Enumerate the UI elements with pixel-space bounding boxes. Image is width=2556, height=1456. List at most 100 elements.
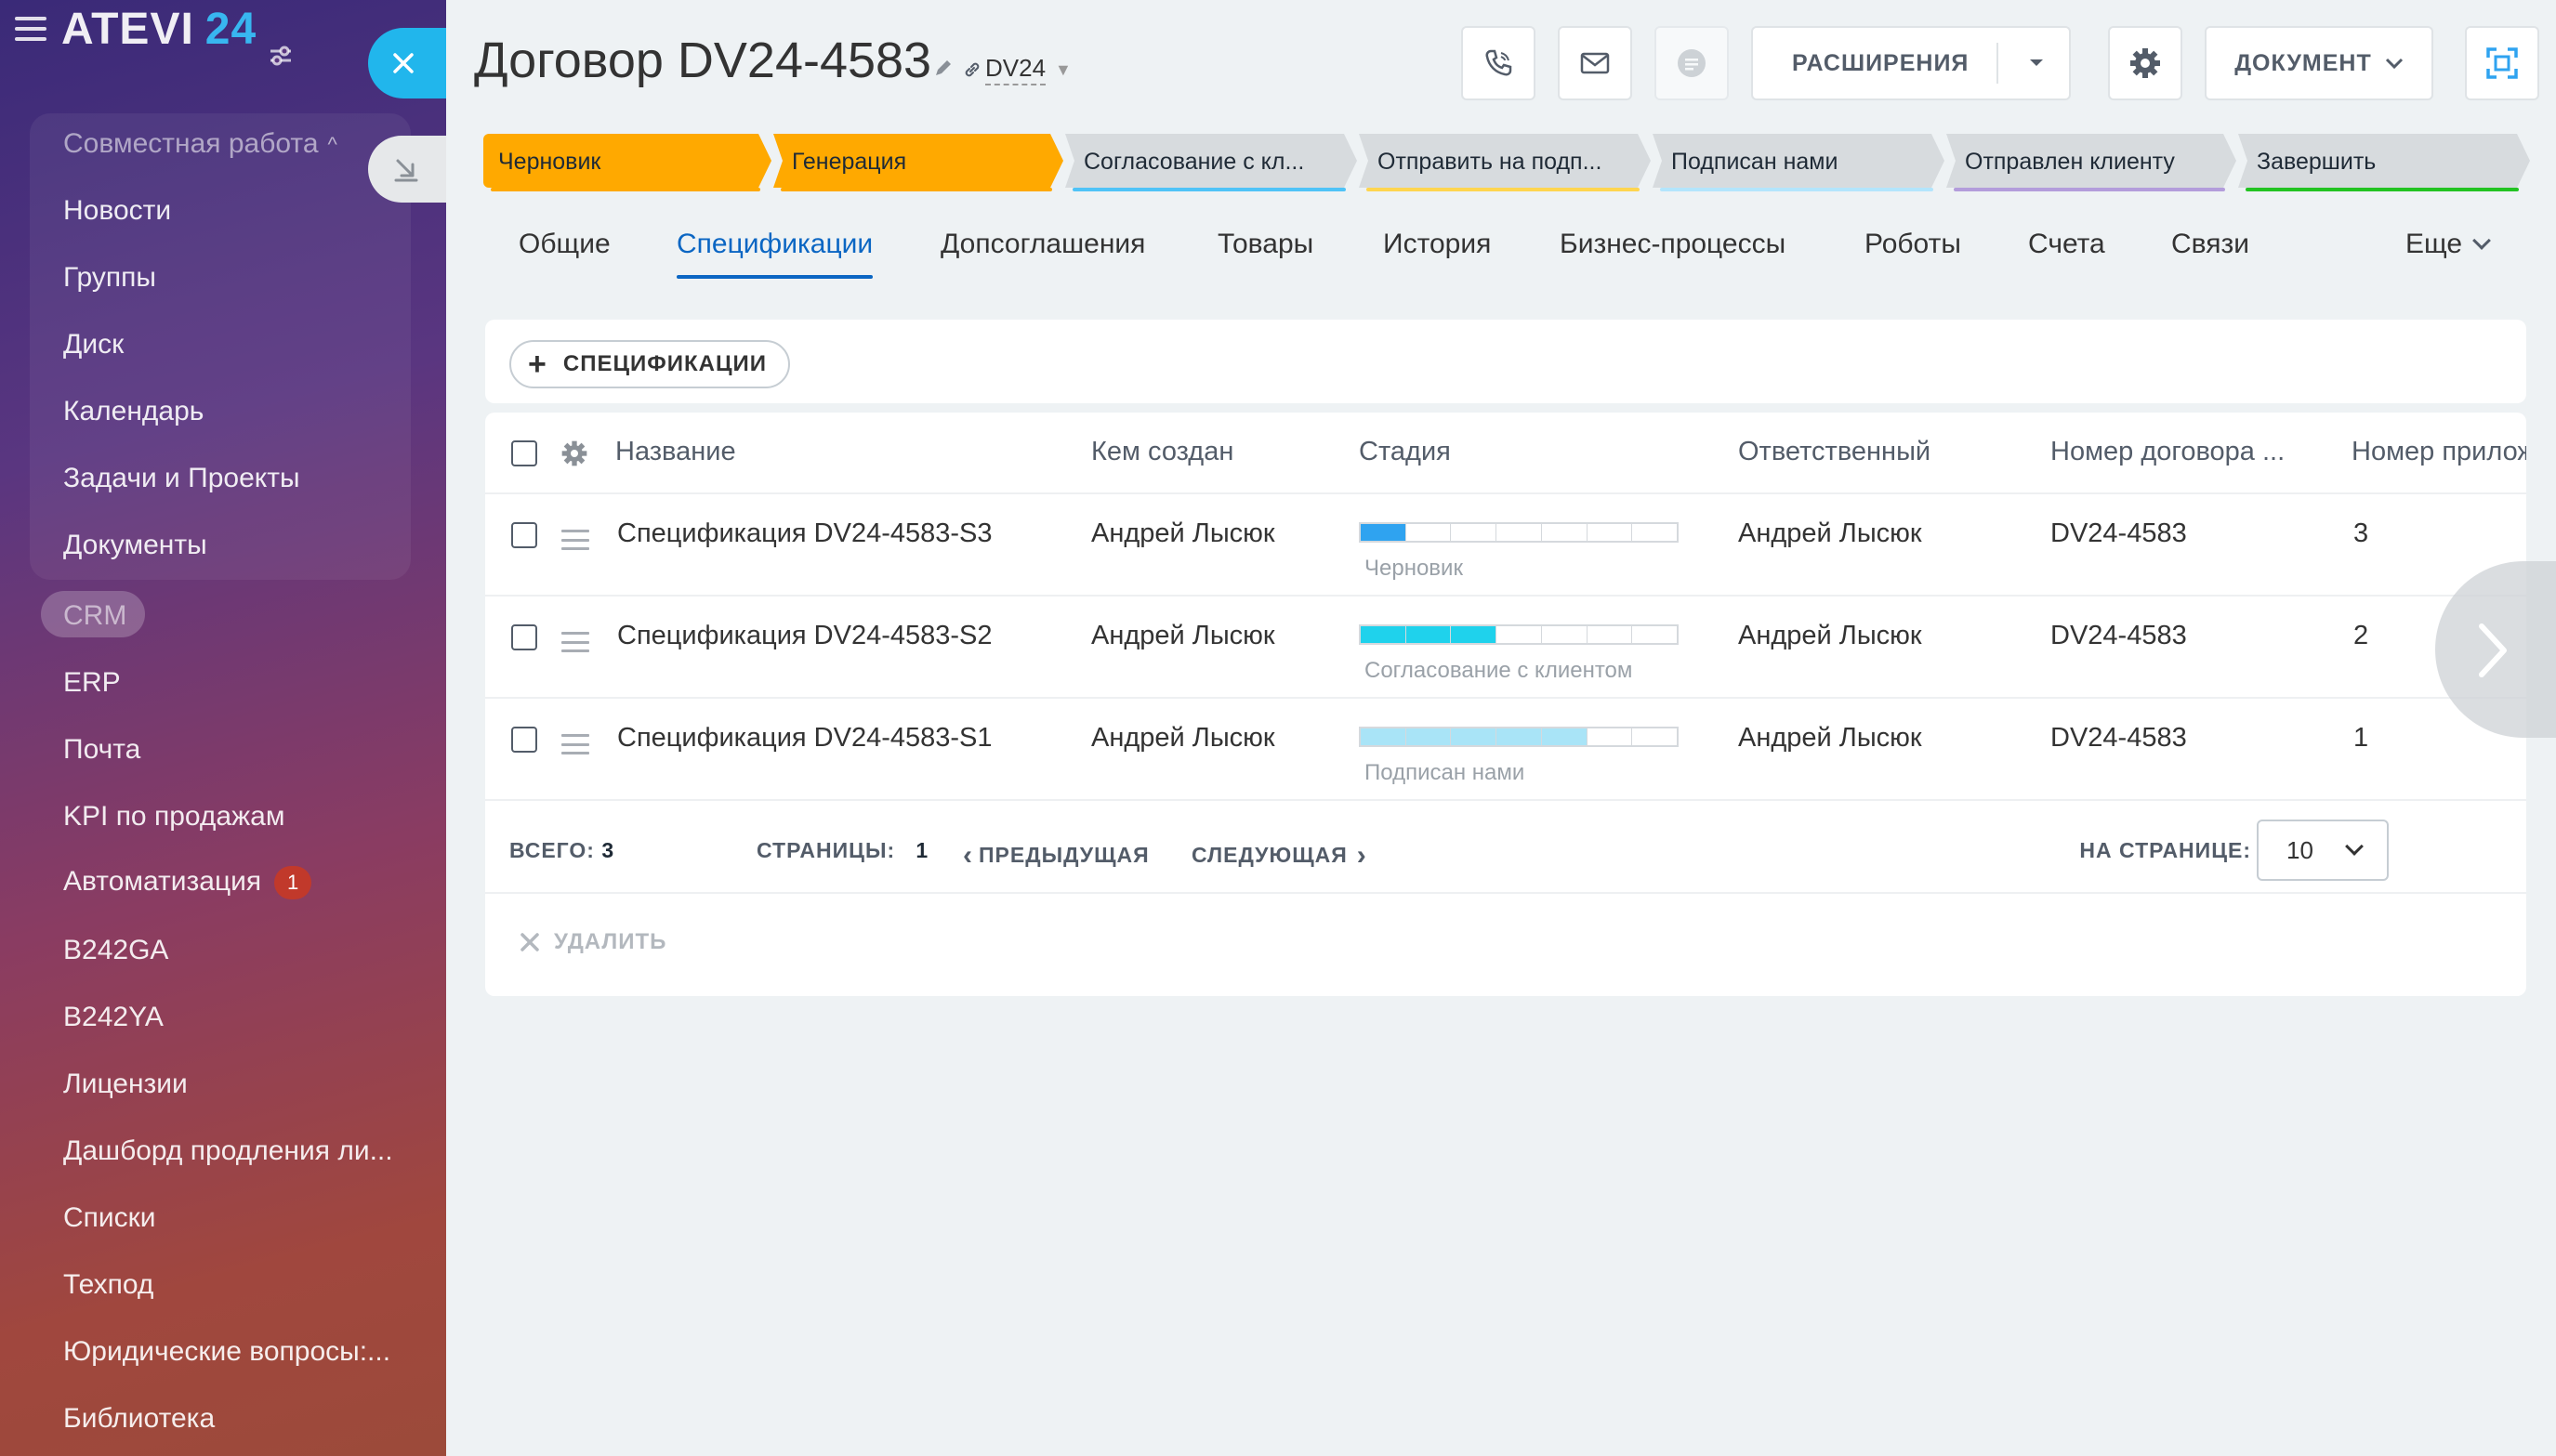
title-tag-link[interactable]: DV24 ▼ bbox=[963, 54, 1072, 85]
stage-progress[interactable] bbox=[1359, 522, 1679, 543]
stage-send-for-signature[interactable]: Отправить на подп... bbox=[1359, 134, 1651, 191]
divider bbox=[1996, 43, 1998, 84]
tab-history[interactable]: История bbox=[1383, 229, 1491, 260]
chevron-left-icon: ‹ bbox=[963, 840, 973, 871]
main-content: Договор DV24-4583 DV24 ▼ РАСШИРЕНИЯ ДОКУ… bbox=[446, 0, 2556, 1456]
select-all-checkbox[interactable] bbox=[511, 440, 537, 466]
specification-link[interactable]: Спецификация DV24-4583-S1 bbox=[617, 723, 993, 754]
specification-link[interactable]: Спецификация DV24-4583-S2 bbox=[617, 621, 993, 651]
prev-page-button[interactable]: ‹ ПРЕДЫДУЩАЯ bbox=[963, 838, 1150, 871]
drag-handle-icon[interactable] bbox=[561, 734, 589, 754]
email-button[interactable] bbox=[1558, 26, 1632, 100]
sidebar-item-legal[interactable]: Юридические вопросы:... bbox=[63, 1336, 390, 1368]
column-header-appendix-number[interactable]: Номер прилож bbox=[2352, 437, 2526, 467]
extensions-button[interactable]: РАСШИРЕНИЯ bbox=[1751, 26, 2071, 100]
settings-sliders-icon[interactable] bbox=[268, 43, 294, 69]
sidebar-item-collaboration[interactable]: Совместная работа ^ bbox=[63, 128, 337, 160]
stage-draft[interactable]: Черновик bbox=[483, 134, 771, 191]
tab-more[interactable]: Еще bbox=[2405, 229, 2491, 260]
progress-segment bbox=[1632, 626, 1677, 643]
sidebar-item-licenses[interactable]: Лицензии bbox=[63, 1069, 188, 1100]
chevron-right-icon bbox=[2479, 623, 2507, 677]
chevron-up-icon: ^ bbox=[327, 133, 337, 157]
gear-icon[interactable] bbox=[560, 439, 589, 468]
sidebar-item-dashboard[interactable]: Дашборд продления ли... bbox=[63, 1135, 393, 1167]
column-header-responsible[interactable]: Ответственный bbox=[1738, 437, 1930, 467]
sidebar-item-calendar[interactable]: Календарь bbox=[63, 396, 204, 427]
tab-relations[interactable]: Связи bbox=[2171, 229, 2249, 260]
stage-finish[interactable]: Завершить bbox=[2238, 134, 2530, 191]
sidebar-item-groups[interactable]: Группы bbox=[63, 262, 156, 294]
menu-burger-icon[interactable] bbox=[15, 17, 46, 41]
pencil-icon[interactable] bbox=[933, 58, 954, 78]
stage-progress[interactable] bbox=[1359, 727, 1679, 747]
sidebar-item-documents[interactable]: Документы bbox=[63, 530, 207, 561]
created-by-link[interactable]: Андрей Лысюк bbox=[1091, 723, 1275, 754]
table-row[interactable]: Спецификация DV24-4583-S2 Андрей Лысюк С… bbox=[485, 597, 2526, 699]
document-button[interactable]: ДОКУМЕНТ bbox=[2205, 26, 2433, 100]
tab-invoices[interactable]: Счета bbox=[2028, 229, 2105, 260]
tab-specifications[interactable]: Спецификации bbox=[677, 229, 874, 279]
row-checkbox[interactable] bbox=[511, 727, 537, 753]
stage-progress[interactable] bbox=[1359, 624, 1679, 645]
row-checkbox[interactable] bbox=[511, 522, 537, 548]
logo[interactable]: ATEVI 24 bbox=[61, 4, 257, 55]
progress-segment bbox=[1361, 524, 1406, 541]
stage-line bbox=[1954, 188, 2225, 191]
call-button[interactable] bbox=[1461, 26, 1535, 100]
sidebar-item-automation[interactable]: Автоматизация 1 bbox=[63, 866, 312, 900]
sidebar-item-kpi[interactable]: KPI по продажам bbox=[63, 801, 284, 833]
settings-button[interactable] bbox=[2108, 26, 2182, 100]
progress-segment bbox=[1542, 626, 1588, 643]
minimize-slider-button[interactable] bbox=[368, 136, 446, 203]
drag-handle-icon[interactable] bbox=[561, 530, 589, 550]
sidebar-item-techpod[interactable]: Техпод bbox=[63, 1269, 153, 1301]
stage-label: Подписан нами bbox=[1671, 149, 1838, 175]
sidebar-item-mail[interactable]: Почта bbox=[63, 734, 140, 766]
sidebar-item-erp[interactable]: ERP bbox=[63, 667, 121, 699]
column-header-name[interactable]: Название bbox=[615, 437, 736, 467]
next-page-button[interactable]: СЛЕДУЮЩАЯ › bbox=[1192, 838, 1367, 871]
sidebar-item-disk[interactable]: Диск bbox=[63, 329, 124, 361]
column-header-created-by[interactable]: Кем создан bbox=[1091, 437, 1233, 467]
close-slider-button[interactable] bbox=[368, 28, 446, 98]
table-row[interactable]: Спецификация DV24-4583-S1 Андрей Лысюк П… bbox=[485, 699, 2526, 801]
document-label: ДОКУМЕНТ bbox=[2234, 49, 2372, 76]
sidebar-item-news[interactable]: Новости bbox=[63, 195, 171, 227]
responsible-link[interactable]: Андрей Лысюк bbox=[1738, 723, 1922, 754]
sidebar-item-crm[interactable]: CRM bbox=[63, 600, 126, 632]
specification-link[interactable]: Спецификация DV24-4583-S3 bbox=[617, 518, 993, 549]
per-page-select[interactable]: 10 bbox=[2257, 820, 2389, 881]
column-header-stage[interactable]: Стадия bbox=[1359, 437, 1451, 467]
table-row[interactable]: Спецификация DV24-4583-S3 Андрей Лысюк Ч… bbox=[485, 494, 2526, 597]
sidebar-item-tasks[interactable]: Задачи и Проекты bbox=[63, 463, 300, 494]
delete-button[interactable]: УДАЛИТЬ bbox=[519, 929, 666, 955]
sidebar-item-b242ya[interactable]: B242YA bbox=[63, 1002, 164, 1033]
created-by-link[interactable]: Андрей Лысюк bbox=[1091, 621, 1275, 651]
sidebar-item-b242ga[interactable]: B242GA bbox=[63, 935, 168, 966]
responsible-link[interactable]: Андрей Лысюк bbox=[1738, 518, 1922, 549]
sidebar-item-lists[interactable]: Списки bbox=[63, 1202, 156, 1234]
stage-signed-by-us[interactable]: Подписан нами bbox=[1653, 134, 1944, 191]
chevron-right-icon: › bbox=[1356, 840, 1367, 871]
tab-supplementary[interactable]: Допсоглашения bbox=[941, 229, 1145, 260]
responsible-link[interactable]: Андрей Лысюк bbox=[1738, 621, 1922, 651]
tab-business-processes[interactable]: Бизнес-процессы bbox=[1560, 229, 1785, 260]
chat-button[interactable] bbox=[1654, 26, 1729, 100]
stage-sent-to-client[interactable]: Отправлен клиенту bbox=[1946, 134, 2236, 191]
tab-products[interactable]: Товары bbox=[1218, 229, 1313, 260]
stage-client-approval[interactable]: Согласование с кл... bbox=[1065, 134, 1357, 191]
tab-general[interactable]: Общие bbox=[519, 229, 611, 260]
created-by-link[interactable]: Андрей Лысюк bbox=[1091, 518, 1275, 549]
appendix-number: 1 bbox=[2353, 723, 2369, 753]
add-specification-button[interactable]: + СПЕЦИФИКАЦИИ bbox=[509, 340, 790, 388]
stage-generation[interactable]: Генерация bbox=[773, 134, 1063, 191]
stage-line bbox=[1366, 188, 1640, 191]
fullscreen-button[interactable] bbox=[2465, 26, 2539, 100]
sidebar-item-library[interactable]: Библиотека bbox=[63, 1403, 215, 1435]
tab-robots[interactable]: Роботы bbox=[1864, 229, 1961, 260]
drag-handle-icon[interactable] bbox=[561, 632, 589, 652]
row-checkbox[interactable] bbox=[511, 624, 537, 650]
caret-down-icon[interactable] bbox=[2028, 58, 2045, 69]
column-header-contract-number[interactable]: Номер договора ... bbox=[2050, 437, 2285, 467]
